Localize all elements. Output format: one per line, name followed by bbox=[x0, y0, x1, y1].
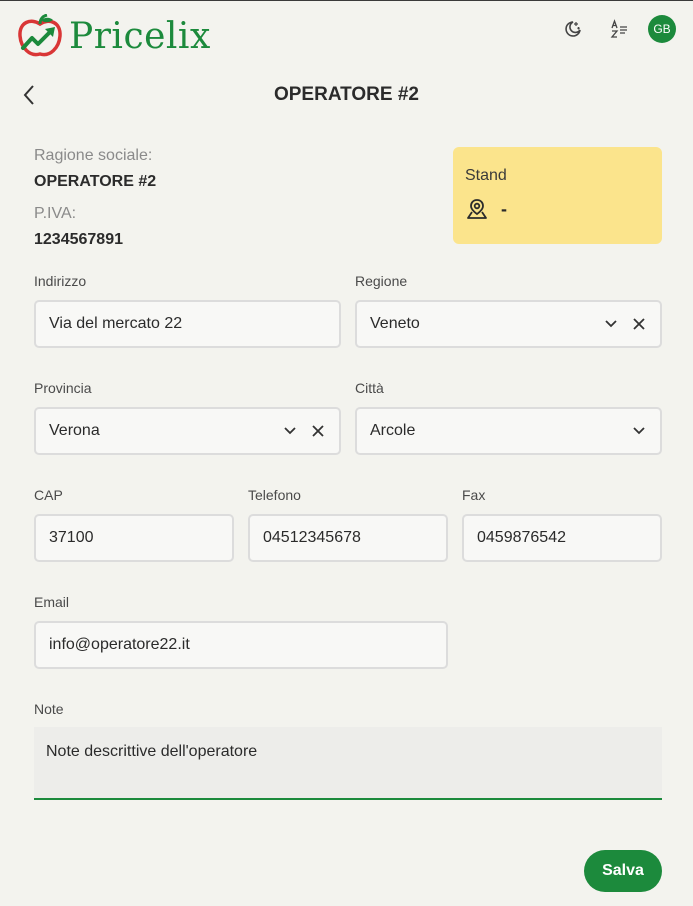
top-border bbox=[0, 0, 693, 1]
translate-icon bbox=[610, 19, 627, 38]
chevron-down-icon bbox=[284, 427, 296, 435]
cap-value: 37100 bbox=[49, 529, 94, 546]
close-icon bbox=[312, 425, 324, 437]
regione-clear-button[interactable] bbox=[628, 313, 650, 335]
provincia-select[interactable]: Verona bbox=[34, 407, 341, 455]
telefono-value: 04512345678 bbox=[263, 529, 361, 546]
email-value: info@operatore22.it bbox=[49, 636, 190, 653]
citta-select[interactable]: Arcole bbox=[355, 407, 662, 455]
map-pin-icon bbox=[467, 199, 487, 219]
fax-label: Fax bbox=[462, 487, 486, 503]
regione-dropdown[interactable] bbox=[600, 313, 622, 335]
app-name: Pricelix bbox=[69, 16, 211, 57]
note-textarea[interactable]: Note descrittive dell'operatore bbox=[34, 727, 662, 800]
piva-label: P.IVA: bbox=[34, 205, 77, 222]
close-icon bbox=[633, 318, 645, 330]
theme-toggle-button[interactable] bbox=[560, 16, 586, 42]
telefono-label: Telefono bbox=[248, 487, 301, 503]
provincia-dropdown[interactable] bbox=[279, 420, 301, 442]
note-value: Note descrittive dell'operatore bbox=[46, 743, 258, 760]
email-field[interactable]: info@operatore22.it bbox=[34, 621, 448, 669]
regione-value: Veneto bbox=[370, 315, 420, 332]
provincia-clear-button[interactable] bbox=[307, 420, 329, 442]
citta-dropdown[interactable] bbox=[628, 420, 650, 442]
chevron-down-icon bbox=[605, 320, 617, 328]
citta-label: Città bbox=[355, 380, 384, 396]
apple-logo-icon bbox=[18, 14, 62, 57]
indirizzo-value: Via del mercato 22 bbox=[49, 315, 183, 332]
note-label: Note bbox=[34, 701, 64, 717]
page: Pricelix GB OPERATORE #2 Ragione sociale… bbox=[0, 0, 693, 906]
indirizzo-label: Indirizzo bbox=[34, 273, 87, 289]
telefono-field[interactable]: 04512345678 bbox=[248, 514, 448, 562]
app-logo[interactable]: Pricelix bbox=[17, 14, 211, 60]
provincia-label: Provincia bbox=[34, 380, 92, 396]
citta-value: Arcole bbox=[370, 422, 416, 439]
fax-field[interactable]: 0459876542 bbox=[462, 514, 662, 562]
stand-value: - bbox=[501, 198, 507, 219]
fax-value: 0459876542 bbox=[477, 529, 566, 546]
stand-card: Stand - bbox=[453, 147, 662, 244]
regione-label: Regione bbox=[355, 273, 408, 289]
indirizzo-field[interactable]: Via del mercato 22 bbox=[34, 300, 341, 348]
regione-select[interactable]: Veneto bbox=[355, 300, 662, 348]
save-button[interactable]: Salva bbox=[584, 850, 662, 892]
language-button[interactable] bbox=[606, 16, 632, 42]
cap-label: CAP bbox=[34, 487, 63, 503]
page-title: OPERATORE #2 bbox=[273, 84, 419, 105]
moon-icon bbox=[565, 21, 581, 37]
chevron-down-icon bbox=[633, 427, 645, 435]
provincia-value: Verona bbox=[49, 422, 100, 439]
email-label: Email bbox=[34, 594, 70, 610]
stand-label: Stand bbox=[465, 167, 507, 184]
cap-field[interactable]: 37100 bbox=[34, 514, 234, 562]
ragione-sociale-label: Ragione sociale: bbox=[34, 147, 153, 164]
user-avatar[interactable]: GB bbox=[648, 15, 676, 43]
piva-value: 1234567891 bbox=[34, 231, 123, 248]
ragione-sociale-value: OPERATORE #2 bbox=[34, 173, 157, 190]
